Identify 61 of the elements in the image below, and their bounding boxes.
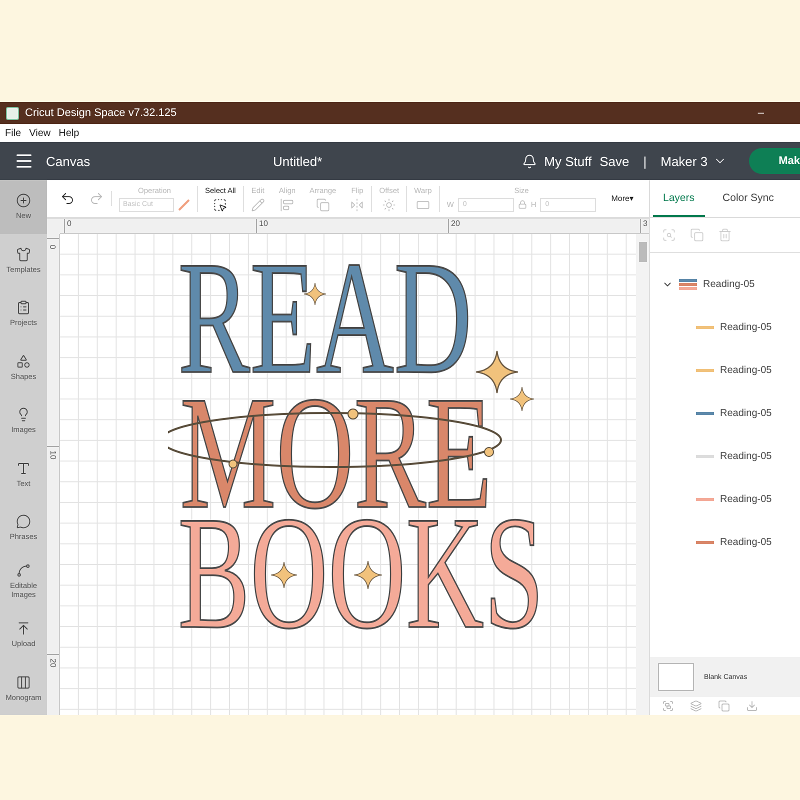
speech-bubble-icon (16, 514, 31, 530)
minimize-button[interactable]: – (758, 107, 764, 119)
document-title: Untitled* (273, 154, 322, 168)
upload-icon (16, 621, 31, 636)
more-button[interactable]: More▾ (611, 194, 634, 203)
layer-item[interactable]: Reading-05 (650, 435, 800, 478)
text-icon (16, 460, 31, 476)
undo-icon (60, 191, 75, 206)
vertical-ruler: 0 10 20 (47, 234, 60, 715)
my-stuff-link[interactable]: My Stuff (544, 154, 592, 168)
bell-icon (522, 154, 538, 168)
layer-name: Reading-05 (720, 494, 772, 505)
layer-name: Reading-05 (720, 365, 772, 376)
window-title: Cricut Design Space v7.32.125 (25, 107, 177, 119)
separator: | (643, 154, 647, 168)
menu-item[interactable]: File (5, 128, 22, 138)
layer-item[interactable]: Reading-05 (650, 478, 800, 521)
layer-item[interactable]: Reading-05 (650, 392, 800, 435)
section-title: Canvas (46, 154, 90, 168)
panel-tab[interactable]: Layers (653, 180, 705, 217)
layer-name: Reading-05 (720, 408, 772, 419)
line-color-icon (178, 198, 190, 210)
shirt-icon (16, 246, 31, 262)
canvas-swatch[interactable] (658, 663, 694, 691)
arrange-icon (316, 198, 330, 212)
layers-icon (690, 700, 702, 712)
columns-icon (16, 674, 31, 690)
layer-name: Reading-05 (720, 322, 772, 333)
align-icon (280, 198, 294, 212)
duplicate-icon (690, 228, 704, 242)
layer-name: Reading-05 (720, 451, 772, 462)
layer-name: Reading-05 (703, 279, 755, 290)
menu-item[interactable]: Help (58, 128, 80, 138)
layer-item[interactable]: Reading-05 (650, 521, 800, 564)
app-icon (6, 106, 19, 120)
layer-item[interactable]: Reading-05 (650, 263, 800, 306)
download-icon (746, 700, 758, 712)
horizontal-ruler: 0 10 20 3 (60, 219, 649, 234)
group-icon (662, 700, 674, 712)
group-icon (662, 228, 676, 242)
make-button[interactable]: Mak (748, 148, 800, 174)
curve-icon (16, 563, 31, 578)
layer-item[interactable]: Reading-05 (650, 349, 800, 392)
layer-thumbnail-icon (679, 278, 697, 292)
layer-name: Reading-05 (720, 537, 772, 548)
offset-icon (382, 198, 396, 212)
lock-icon (518, 200, 527, 209)
pencil-icon (250, 198, 265, 212)
select-all-icon (213, 198, 228, 212)
flip-icon (350, 198, 364, 212)
panel-tab[interactable]: Color Sync (712, 180, 784, 217)
plus-icon (16, 193, 31, 208)
delete-icon (718, 228, 732, 242)
menu-item[interactable]: View (29, 128, 51, 138)
save-link[interactable]: Save (600, 154, 630, 168)
layer-item[interactable]: Reading-05 (650, 306, 800, 349)
clipboard-icon (16, 300, 31, 316)
copy-icon (718, 700, 730, 712)
machine-selector[interactable]: Maker 3 (660, 154, 708, 168)
redo-icon (89, 191, 104, 206)
shapes-icon (16, 354, 31, 369)
